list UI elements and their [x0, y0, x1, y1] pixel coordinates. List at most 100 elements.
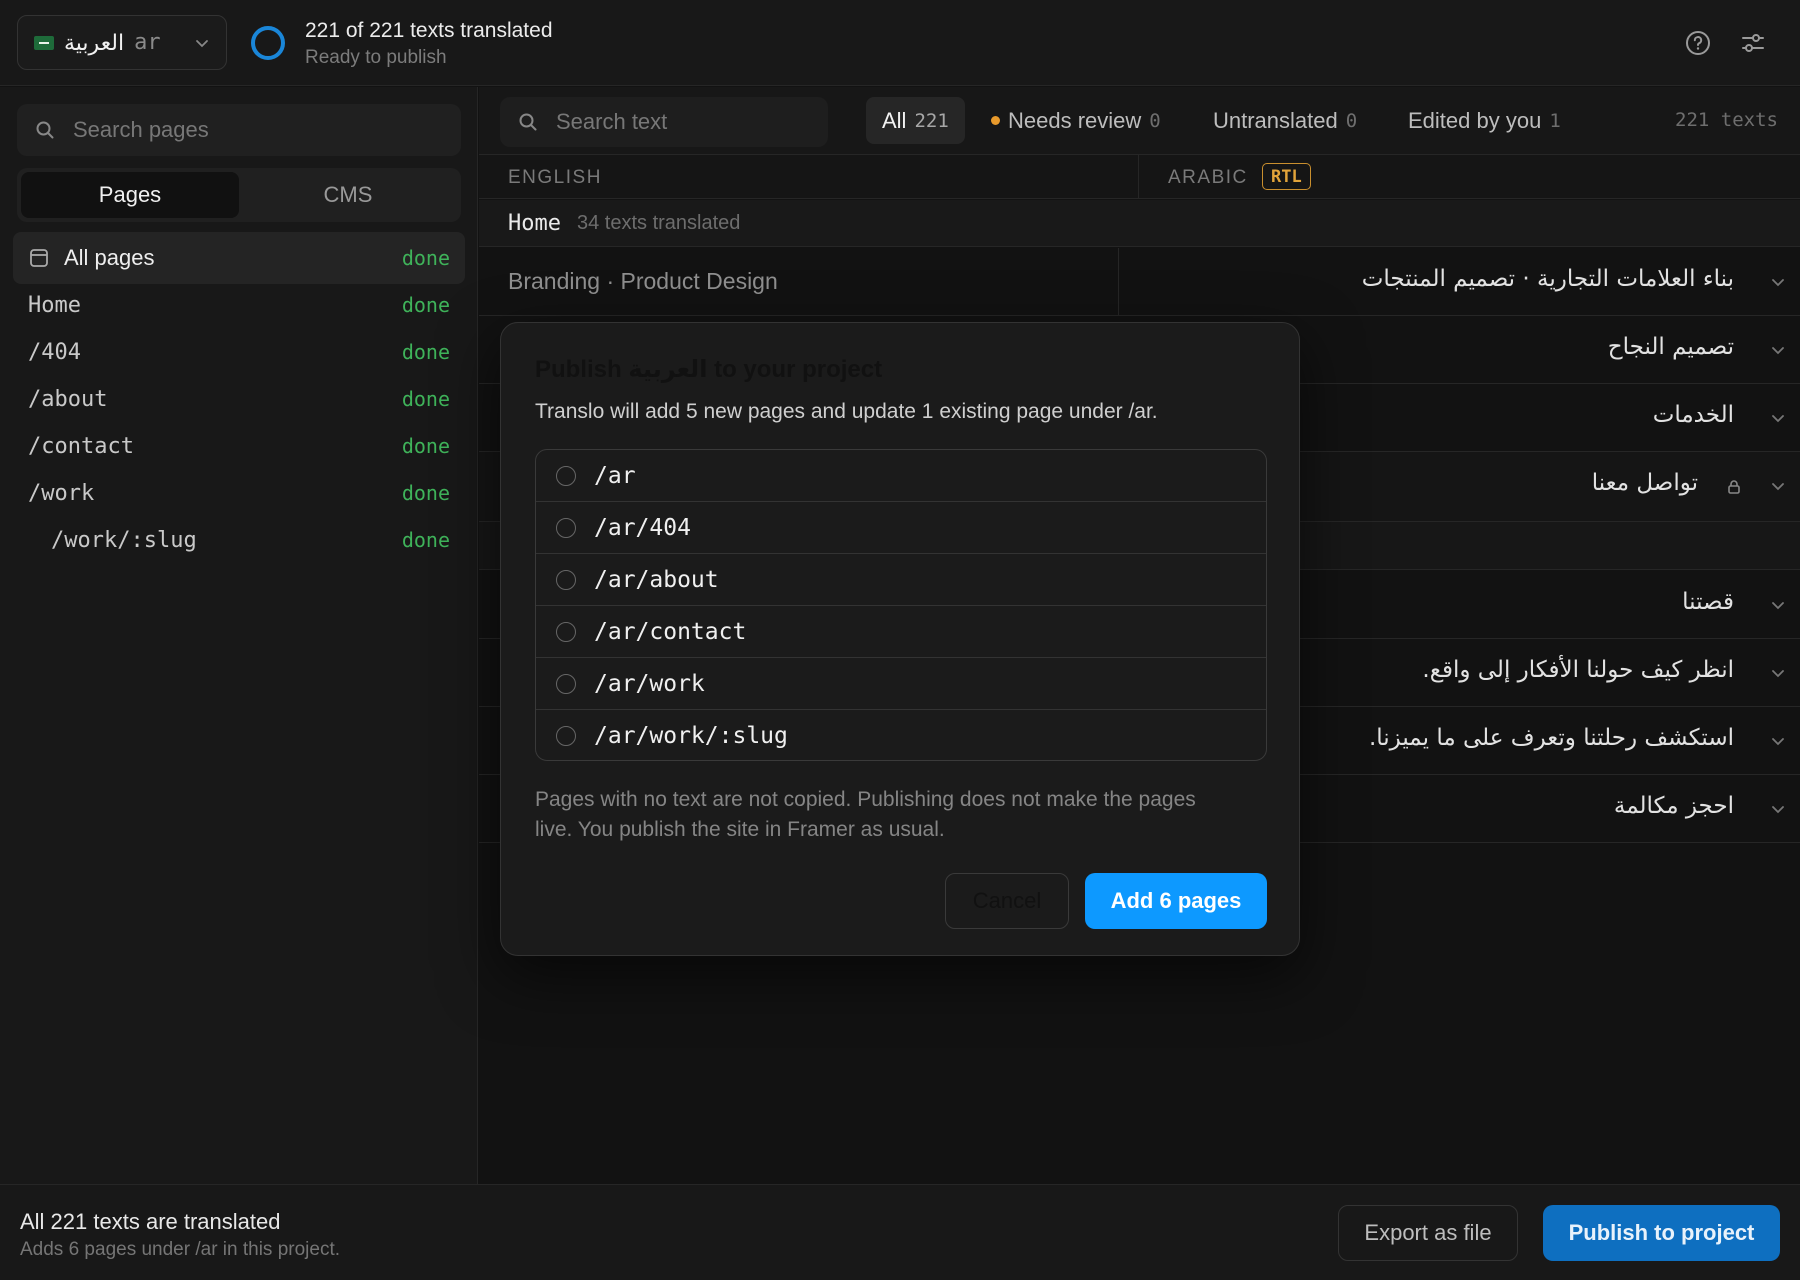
- dialog-title: Publish العربية to your project: [535, 356, 883, 383]
- dialog-note: Pages with no text are not copied. Publi…: [535, 788, 1196, 841]
- chevron-down-icon[interactable]: [1770, 478, 1786, 494]
- route-label: /ar: [594, 462, 636, 489]
- radio-icon[interactable]: [556, 517, 576, 538]
- source-column-header: ENGLISH: [508, 167, 602, 188]
- status-badge: done: [401, 387, 450, 411]
- export-button[interactable]: Export as file: [1338, 1205, 1518, 1261]
- settings-sliders-icon[interactable]: [1737, 27, 1769, 59]
- section-name: Home: [508, 210, 561, 236]
- chevron-down-icon[interactable]: [1770, 410, 1786, 426]
- source-text: Branding · Product Design: [508, 268, 778, 294]
- route-option[interactable]: /ar/404: [536, 502, 1266, 554]
- text-search-placeholder: Search text: [556, 109, 668, 134]
- route-label: /ar/contact: [594, 618, 747, 645]
- sidebar-item-label: All pages: [64, 245, 155, 270]
- publish-dialog: Publish العربية to your project Translo …: [500, 322, 1300, 956]
- target-text: تصميم النجاح: [1607, 334, 1734, 360]
- page-icon: [30, 249, 48, 267]
- filter-count: 0: [1345, 109, 1358, 132]
- sidebar-item-label: /work: [28, 480, 95, 506]
- page-search-placeholder: Search pages: [73, 117, 209, 142]
- radio-icon[interactable]: [556, 569, 576, 590]
- chevron-down-icon[interactable]: [1770, 274, 1786, 290]
- page-search-input[interactable]: Search pages: [17, 104, 461, 156]
- page-section-header: Home 34 texts translated: [479, 200, 1800, 247]
- status-badge: done: [401, 246, 450, 270]
- status-badge: done: [401, 293, 450, 317]
- route-label: /ar/about: [594, 566, 719, 593]
- flag-icon: [34, 35, 54, 50]
- section-meta: 34 texts translated: [576, 211, 741, 234]
- language-code: ar: [134, 30, 161, 55]
- radio-icon[interactable]: [556, 621, 576, 642]
- radio-icon[interactable]: [556, 673, 576, 694]
- add-pages-button[interactable]: Add 6 pages: [1085, 873, 1267, 929]
- footer-subtitle: Adds 6 pages under /ar in this project.: [20, 1239, 341, 1260]
- route-option[interactable]: /ar/work/:slug: [536, 710, 1266, 760]
- radio-icon[interactable]: [556, 465, 576, 486]
- tab-pages[interactable]: Pages: [21, 172, 239, 218]
- search-icon: [519, 113, 537, 131]
- language-name: العربية: [64, 29, 125, 55]
- status-badge: done: [401, 481, 450, 505]
- status-subtitle: Ready to publish: [305, 47, 447, 68]
- sidebar-item-work[interactable]: /work done: [13, 467, 465, 519]
- column-headers: ENGLISH ARABIC RTL: [479, 155, 1800, 199]
- tab-cms[interactable]: CMS: [239, 172, 457, 218]
- filter-untranslated[interactable]: Untranslated 0: [1197, 97, 1373, 144]
- route-label: /ar/work: [594, 670, 705, 697]
- sidebar-item-home[interactable]: Home done: [13, 279, 465, 331]
- filter-bar: Search text All 221 Needs review 0 Untra…: [479, 87, 1800, 155]
- chevron-down-icon[interactable]: [1770, 801, 1786, 817]
- filter-needs-review[interactable]: Needs review 0: [975, 97, 1177, 144]
- status-badge: done: [401, 528, 450, 552]
- route-option[interactable]: /ar/work: [536, 658, 1266, 710]
- language-select[interactable]: العربية ar: [17, 15, 227, 70]
- lock-icon: [1728, 480, 1740, 494]
- sidebar-item-contact[interactable]: /contact done: [13, 420, 465, 472]
- filter-all[interactable]: All 221: [866, 97, 965, 144]
- help-icon[interactable]: [1682, 27, 1714, 59]
- footer-bar: All 221 texts are translated Adds 6 page…: [0, 1184, 1800, 1280]
- chevron-down-icon[interactable]: [1770, 342, 1786, 358]
- chevron-down-icon[interactable]: [1770, 733, 1786, 749]
- cancel-button[interactable]: Cancel: [945, 873, 1069, 929]
- footer-title: All 221 texts are translated: [20, 1209, 281, 1234]
- target-text: الخدمات: [1652, 402, 1734, 428]
- filter-label: Untranslated: [1213, 107, 1338, 133]
- filter-label: Edited by you: [1408, 107, 1542, 133]
- chevron-down-icon[interactable]: [1770, 597, 1786, 613]
- sidebar-item-404[interactable]: /404 done: [13, 326, 465, 378]
- route-option[interactable]: /ar/about: [536, 554, 1266, 606]
- sidebar-item-label: /404: [28, 339, 81, 365]
- publish-button[interactable]: Publish to project: [1543, 1205, 1780, 1261]
- filter-label: Needs review: [1008, 107, 1142, 133]
- filter-count: 221: [914, 109, 949, 132]
- chevron-down-icon: [196, 39, 208, 47]
- sidebar-item-label: /about: [28, 386, 108, 412]
- status-badge: done: [401, 340, 450, 364]
- filter-label: All: [882, 107, 907, 133]
- route-option[interactable]: /ar/contact: [536, 606, 1266, 658]
- text-search-input[interactable]: Search text: [500, 97, 828, 147]
- chevron-down-icon[interactable]: [1770, 665, 1786, 681]
- route-list: /ar /ar/404 /ar/about /ar/contact /ar/wo…: [535, 449, 1267, 761]
- sidebar-item-about[interactable]: /about done: [13, 373, 465, 425]
- filter-edited-by-you[interactable]: Edited by you 1: [1392, 97, 1577, 144]
- sidebar-item-work-slug[interactable]: /work/:slug done: [13, 514, 465, 566]
- target-text: تواصل معنا: [1591, 470, 1698, 496]
- sidebar-item-all-pages[interactable]: All pages done: [13, 232, 465, 284]
- target-text: بناء العلامات التجارية · تصميم المنتجات: [1361, 266, 1734, 292]
- total-texts: 221 texts: [1675, 109, 1778, 131]
- target-text: احجز مكالمة: [1613, 793, 1734, 819]
- radio-icon[interactable]: [556, 726, 576, 746]
- route-option[interactable]: /ar: [536, 450, 1266, 502]
- top-bar: العربية ar 221 of 221 texts translated R…: [0, 0, 1800, 86]
- target-column-header: ARABIC: [1168, 167, 1248, 188]
- dialog-description: Translo will add 5 new pages and update …: [535, 400, 1158, 423]
- pages-cms-toggle: Pages CMS: [17, 168, 461, 222]
- translation-app: العربية ar 221 of 221 texts translated R…: [0, 0, 1800, 1280]
- target-text: قصتنا: [1682, 589, 1734, 615]
- table-row[interactable]: Branding · Product Design بناء العلامات …: [479, 248, 1800, 316]
- sidebar-item-label: Home: [28, 292, 81, 318]
